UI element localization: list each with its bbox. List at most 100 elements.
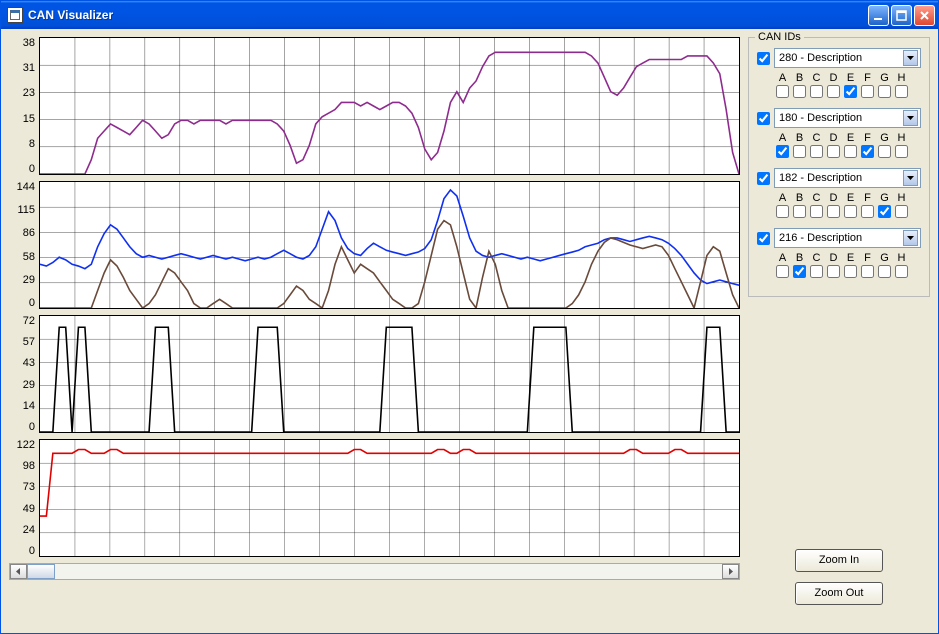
can-id-enable-checkbox[interactable]: [757, 112, 770, 125]
ytick: 49: [9, 503, 35, 515]
byte-checkbox-B[interactable]: [792, 265, 807, 278]
byte-header: G: [877, 72, 892, 84]
byte-header: A: [775, 132, 790, 144]
can-id-enable-checkbox[interactable]: [757, 232, 770, 245]
chart-0: 3831231580: [9, 37, 740, 175]
byte-checkbox-F[interactable]: [860, 265, 875, 278]
scroll-left-button[interactable]: [10, 564, 27, 579]
byte-checkbox-A[interactable]: [775, 265, 790, 278]
byte-checkbox-E[interactable]: [843, 265, 858, 278]
maximize-button[interactable]: [891, 5, 912, 26]
close-button[interactable]: [914, 5, 935, 26]
chart-3-ylabels: 122987349240: [9, 439, 39, 557]
ytick: 15: [9, 113, 35, 125]
byte-header: H: [894, 132, 909, 144]
byte-checkbox-H[interactable]: [894, 265, 909, 278]
title-bar[interactable]: CAN Visualizer: [1, 1, 938, 29]
byte-checkbox-A[interactable]: [775, 205, 790, 218]
byte-checkbox-H[interactable]: [894, 145, 909, 158]
chart-3-plot[interactable]: [39, 439, 740, 557]
can-id-enable-checkbox[interactable]: [757, 172, 770, 185]
byte-header: A: [775, 192, 790, 204]
byte-checkbox-F[interactable]: [860, 205, 875, 218]
byte-checkbox-D[interactable]: [826, 85, 841, 98]
byte-checkbox-C[interactable]: [809, 85, 824, 98]
ytick: 23: [9, 87, 35, 99]
byte-header: F: [860, 192, 875, 204]
byte-header: H: [894, 192, 909, 204]
byte-checkbox-G[interactable]: [877, 265, 892, 278]
byte-checkbox-C[interactable]: [809, 145, 824, 158]
byte-header: C: [809, 192, 824, 204]
zoom-out-button[interactable]: Zoom Out: [795, 582, 883, 605]
app-window: CAN Visualizer 3831231580144115865829072…: [0, 0, 939, 634]
byte-checkbox-D[interactable]: [826, 145, 841, 158]
byte-header: H: [894, 72, 909, 84]
zoom-buttons: Zoom In Zoom Out: [748, 549, 930, 625]
byte-header: D: [826, 72, 841, 84]
minimize-button[interactable]: [868, 5, 889, 26]
can-id-row-3: 216 - DescriptionABCDEFGH: [757, 228, 921, 278]
byte-checkbox-D[interactable]: [826, 205, 841, 218]
can-id-select[interactable]: 280 - Description: [774, 48, 921, 68]
can-id-row-2: 182 - DescriptionABCDEFGH: [757, 168, 921, 218]
side-panel: CAN IDs 280 - DescriptionABCDEFGH180 - D…: [748, 37, 930, 625]
byte-checkbox-H[interactable]: [894, 205, 909, 218]
byte-checkbox-E[interactable]: [843, 145, 858, 158]
byte-header: A: [775, 252, 790, 264]
byte-checkbox-C[interactable]: [809, 265, 824, 278]
byte-checkbox-D[interactable]: [826, 265, 841, 278]
byte-checkbox-G[interactable]: [877, 145, 892, 158]
ytick: 72: [9, 315, 35, 327]
byte-header: D: [826, 132, 841, 144]
ytick: 122: [9, 439, 35, 451]
horizontal-scrollbar[interactable]: [9, 563, 740, 580]
ytick: 38: [9, 37, 35, 49]
chart-1-plot[interactable]: [39, 181, 740, 309]
can-id-enable-checkbox[interactable]: [757, 52, 770, 65]
byte-checkbox-H[interactable]: [894, 85, 909, 98]
charts-column: 3831231580144115865829072574329140122987…: [9, 37, 740, 625]
chart-1-ylabels: 1441158658290: [9, 181, 39, 309]
chevron-down-icon[interactable]: [903, 110, 918, 126]
byte-checkbox-E[interactable]: [843, 205, 858, 218]
window-title: CAN Visualizer: [28, 8, 866, 22]
byte-checkbox-B[interactable]: [792, 205, 807, 218]
scroll-track[interactable]: [27, 564, 722, 579]
chart-0-plot[interactable]: [39, 37, 740, 175]
byte-checkbox-A[interactable]: [775, 145, 790, 158]
chevron-down-icon[interactable]: [903, 50, 918, 66]
ytick: 98: [9, 460, 35, 472]
can-id-select[interactable]: 182 - Description: [774, 168, 921, 188]
ytick: 24: [9, 524, 35, 536]
byte-checkbox-C[interactable]: [809, 205, 824, 218]
byte-header: B: [792, 192, 807, 204]
byte-checkbox-A[interactable]: [775, 85, 790, 98]
can-id-row-1: 180 - DescriptionABCDEFGH: [757, 108, 921, 158]
byte-header: D: [826, 252, 841, 264]
can-id-select-label: 280 - Description: [779, 52, 903, 64]
chart-2-plot[interactable]: [39, 315, 740, 433]
byte-header: G: [877, 252, 892, 264]
byte-checkbox-G[interactable]: [877, 85, 892, 98]
ytick: 8: [9, 138, 35, 150]
chevron-down-icon[interactable]: [903, 230, 918, 246]
ytick: 0: [9, 297, 35, 309]
byte-checkbox-B[interactable]: [792, 145, 807, 158]
can-id-select-label: 216 - Description: [779, 232, 903, 244]
ytick: 57: [9, 336, 35, 348]
chevron-down-icon[interactable]: [903, 170, 918, 186]
zoom-in-button[interactable]: Zoom In: [795, 549, 883, 572]
can-id-select[interactable]: 216 - Description: [774, 228, 921, 248]
byte-header: B: [792, 252, 807, 264]
byte-checkbox-F[interactable]: [860, 85, 875, 98]
byte-checkbox-E[interactable]: [843, 85, 858, 98]
byte-checkbox-F[interactable]: [860, 145, 875, 158]
byte-header: C: [809, 252, 824, 264]
scroll-thumb[interactable]: [27, 564, 55, 579]
can-id-select[interactable]: 180 - Description: [774, 108, 921, 128]
byte-checkbox-B[interactable]: [792, 85, 807, 98]
scroll-right-button[interactable]: [722, 564, 739, 579]
byte-header: G: [877, 192, 892, 204]
byte-checkbox-G[interactable]: [877, 205, 892, 218]
